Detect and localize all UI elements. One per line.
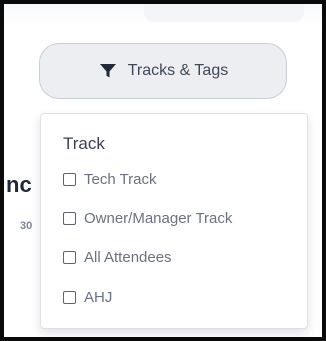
owner-manager-track-checkbox[interactable] [63,211,76,225]
all-attendees-checkbox[interactable] [63,250,76,264]
filter-funnel-icon [98,61,118,81]
option-label: Owner/Manager Track [84,209,233,227]
top-bar-background [4,4,322,26]
track-option-ahj[interactable]: AHJ [63,286,112,308]
tech-track-checkbox[interactable] [63,172,76,186]
option-label: AHJ [84,288,113,306]
filter-button-label: Tracks & Tags [127,62,229,79]
track-option-all-attendees[interactable]: All Attendees [63,246,172,268]
tracks-tags-filter-button[interactable]: Tracks & Tags [39,43,287,99]
option-label: Tech Track [84,170,157,188]
dropdown-heading: Track [63,134,105,153]
track-option-tech-track[interactable]: Tech Track [63,168,157,190]
track-option-owner-manager-track[interactable]: Owner/Manager Track [63,207,232,229]
background-text-fragment: 30 [20,220,33,232]
top-bar-pill [144,4,304,22]
option-label: All Attendees [84,248,172,266]
ahj-checkbox[interactable] [63,290,76,304]
window-frame: nc 30 Tracks & Tags Track Tech Track Own… [0,0,326,341]
background-heading-fragment: nc [6,172,32,197]
track-filter-dropdown: Track Tech Track Owner/Manager Track All… [40,113,308,329]
